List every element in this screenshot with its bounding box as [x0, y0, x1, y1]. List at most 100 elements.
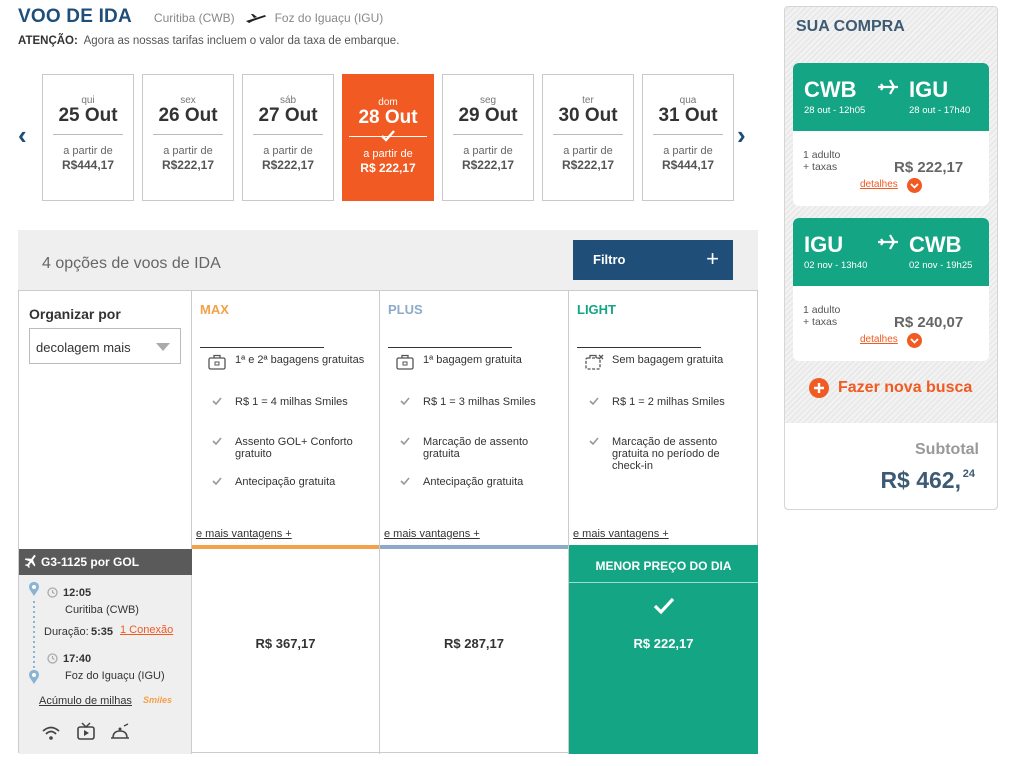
date-option-6[interactable]: qua 31 Out a partir de R$444,17 — [642, 74, 734, 201]
baggage-icon — [206, 354, 228, 373]
fare-feature: R$ 1 = 4 milhas Smiles — [206, 396, 376, 408]
date-price: R$222,17 — [161, 158, 215, 172]
connections-link[interactable]: 1 Conexão — [120, 624, 173, 636]
fare-divider — [577, 347, 701, 348]
details-link[interactable]: detalhes — [860, 334, 898, 345]
date-option-1[interactable]: sex 26 Out a partir de R$222,17 — [142, 74, 234, 201]
leg-passengers: 1 adulto + taxas — [803, 304, 840, 328]
sort-select[interactable]: decolagem mais — [29, 328, 181, 364]
date-option-2[interactable]: sáb 27 Out a partir de R$222,17 — [242, 74, 334, 201]
details-link[interactable]: detalhes — [860, 179, 898, 190]
fare-table: Organizar por decolagem mais MAX 1ª e 2ª … — [18, 290, 758, 754]
more-benefits-link[interactable]: e mais vantagens + — [196, 528, 292, 540]
subtotal-box: Subtotal R$ 462, 24 — [785, 423, 997, 509]
leg-arrival: 28 out - 17h40 — [909, 105, 971, 116]
fare-feature: Antecipação gratuita — [394, 476, 564, 488]
date-from-label: a partir de — [463, 145, 513, 157]
date-divider — [53, 134, 123, 135]
date-from-label: a partir de — [163, 145, 213, 157]
best-price-label: MENOR PREÇO DO DIA — [595, 559, 732, 573]
fare-feature: Assento GOL+ Conforto gratuito — [206, 436, 376, 460]
date-option-3[interactable]: dom 28 Out a partir de R$ 222,17 — [342, 74, 434, 201]
cart-title: SUA COMPRA — [796, 18, 905, 35]
more-benefits-link[interactable]: e mais vantagens + — [384, 528, 480, 540]
date-option-5[interactable]: ter 30 Out a partir de R$222,17 — [542, 74, 634, 201]
date-price: R$222,17 — [461, 158, 515, 172]
date-option-0[interactable]: qui 25 Out a partir de R$444,17 — [42, 74, 134, 201]
date-from-label: a partir de — [563, 145, 613, 157]
check-icon — [583, 436, 605, 448]
destination-city: Foz do Iguaçu (IGU) — [274, 11, 384, 25]
fare-price-cell-light[interactable]: MENOR PREÇO DO DIA R$ 222,17 — [569, 549, 758, 754]
date-option-4[interactable]: seg 29 Out a partir de R$222,17 — [442, 74, 534, 201]
subtotal-value: R$ 462, — [880, 467, 961, 493]
leg-arrival: 02 nov - 19h25 — [909, 260, 973, 271]
fare-feature: Marcação de assento gratuita — [394, 436, 564, 460]
cart-leg-card: CWB IGU 28 out - 12h05 28 out - 17h40 1 adul… — [793, 63, 989, 206]
fare-price-cell-plus[interactable]: R$ 287,17 — [380, 549, 569, 754]
leg-destination: CWB — [909, 232, 962, 257]
fare-price: R$ 222,17 — [633, 636, 694, 651]
sort-column: Organizar por decolagem mais — [19, 291, 192, 549]
fare-feature: Sem bagagem gratuita — [583, 354, 753, 370]
flight-header: G3-1125 por GOL — [19, 549, 192, 575]
check-icon — [206, 436, 228, 448]
fare-feature: 1ª bagagem gratuita — [394, 354, 564, 370]
notice-text: Agora as nossas tarifas incluem o valor … — [83, 35, 400, 47]
date-price: R$222,17 — [561, 158, 615, 172]
fare-column-max: MAX 1ª e 2ª bagagens gratuitas R$ 1 = 4 mi… — [192, 291, 380, 549]
date-label: 25 Out — [58, 105, 118, 126]
check-icon — [583, 396, 605, 408]
date-divider — [253, 134, 323, 135]
arrival-city: Foz do Iguaçu (IGU) — [65, 670, 165, 682]
chevron-down-icon[interactable] — [907, 178, 922, 193]
check-icon — [569, 597, 758, 618]
next-dates-arrow[interactable]: › — [737, 122, 746, 148]
leg-pax-count: 1 adulto — [803, 304, 841, 316]
subtotal-cents: 24 — [962, 468, 975, 480]
cart-leg-header: CWB IGU 28 out - 12h05 28 out - 17h40 — [793, 63, 989, 131]
date-label: 30 Out — [558, 105, 618, 126]
filter-button[interactable]: Filtro + — [573, 240, 733, 280]
leg-tax-label: + taxas — [803, 316, 838, 328]
fare-name: LIGHT — [577, 302, 616, 317]
subtotal-label: Subtotal — [915, 441, 979, 458]
clock-icon — [47, 653, 58, 664]
fare-feature-text: Marcação de assento gratuita no período … — [612, 436, 720, 472]
date-label: 28 Out — [358, 107, 418, 128]
miles-link[interactable]: Acúmulo de milhas — [39, 695, 132, 707]
prev-dates-arrow[interactable]: ‹ — [18, 122, 27, 148]
fare-feature-text: R$ 1 = 4 milhas Smiles — [235, 396, 348, 408]
airplane-icon — [877, 79, 899, 98]
airplane-icon — [877, 234, 899, 253]
leg-departure: 28 out - 12h05 — [804, 105, 866, 116]
fare-feature-text: Sem bagagem gratuita — [612, 354, 724, 366]
new-search-label: Fazer nova busca — [838, 379, 973, 396]
check-icon — [394, 436, 416, 448]
fare-feature: R$ 1 = 2 milhas Smiles — [583, 396, 753, 408]
fare-feature-text: R$ 1 = 2 milhas Smiles — [612, 396, 725, 408]
cart-leg-header: IGU CWB 02 nov - 13h40 02 nov - 19h25 — [793, 218, 989, 286]
tv-icon — [77, 722, 95, 740]
date-from-label: a partir de — [263, 145, 313, 157]
date-label: 26 Out — [158, 105, 218, 126]
fare-feature-text: Marcação de assento gratuita — [423, 436, 529, 460]
chevron-down-icon[interactable] — [907, 333, 922, 348]
leg-passengers: 1 adulto + taxas — [803, 149, 840, 173]
leg-tax-label: + taxas — [803, 161, 838, 173]
date-divider — [653, 134, 723, 135]
notice-label: ATENÇÃO: — [18, 35, 78, 47]
duration-value: 5:35 — [91, 626, 114, 638]
date-from-label: a partir de — [363, 148, 413, 160]
more-benefits-link[interactable]: e mais vantagens + — [573, 528, 669, 540]
date-divider — [553, 134, 623, 135]
cart-leg-card: IGU CWB 02 nov - 13h40 02 nov - 19h25 1 adul… — [793, 218, 989, 361]
fare-feature-text: Antecipação gratuita — [235, 476, 336, 488]
flight-code: G3-1125 por GOL — [41, 555, 140, 569]
date-price: R$444,17 — [61, 158, 115, 172]
fare-feature-text: Assento GOL+ Conforto gratuito — [235, 436, 353, 460]
origin-city: Curitiba (CWB) — [153, 11, 235, 25]
fare-feature-text: 1ª bagagem gratuita — [423, 354, 522, 366]
leg-price: R$ 240,07 — [894, 314, 964, 331]
fare-price-cell-max[interactable]: R$ 367,17 — [192, 549, 380, 754]
